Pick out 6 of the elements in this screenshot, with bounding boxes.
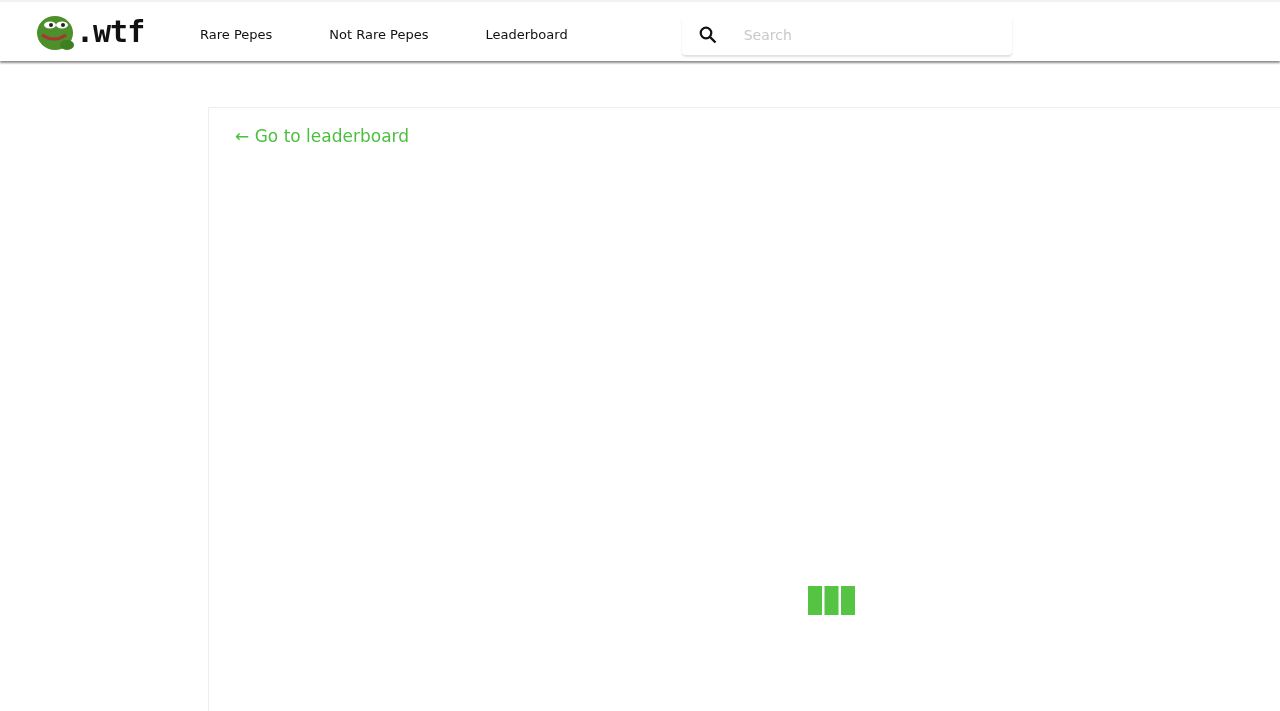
nav-link[interactable]: Leaderboard xyxy=(485,27,568,42)
nav-link[interactable]: Rare Pepes xyxy=(200,27,273,42)
nav-link[interactable]: Not Rare Pepes xyxy=(329,27,429,42)
loading-bars-icon xyxy=(808,586,855,615)
search-icon xyxy=(698,25,717,44)
logo-text[interactable]: .wtf xyxy=(76,14,145,49)
